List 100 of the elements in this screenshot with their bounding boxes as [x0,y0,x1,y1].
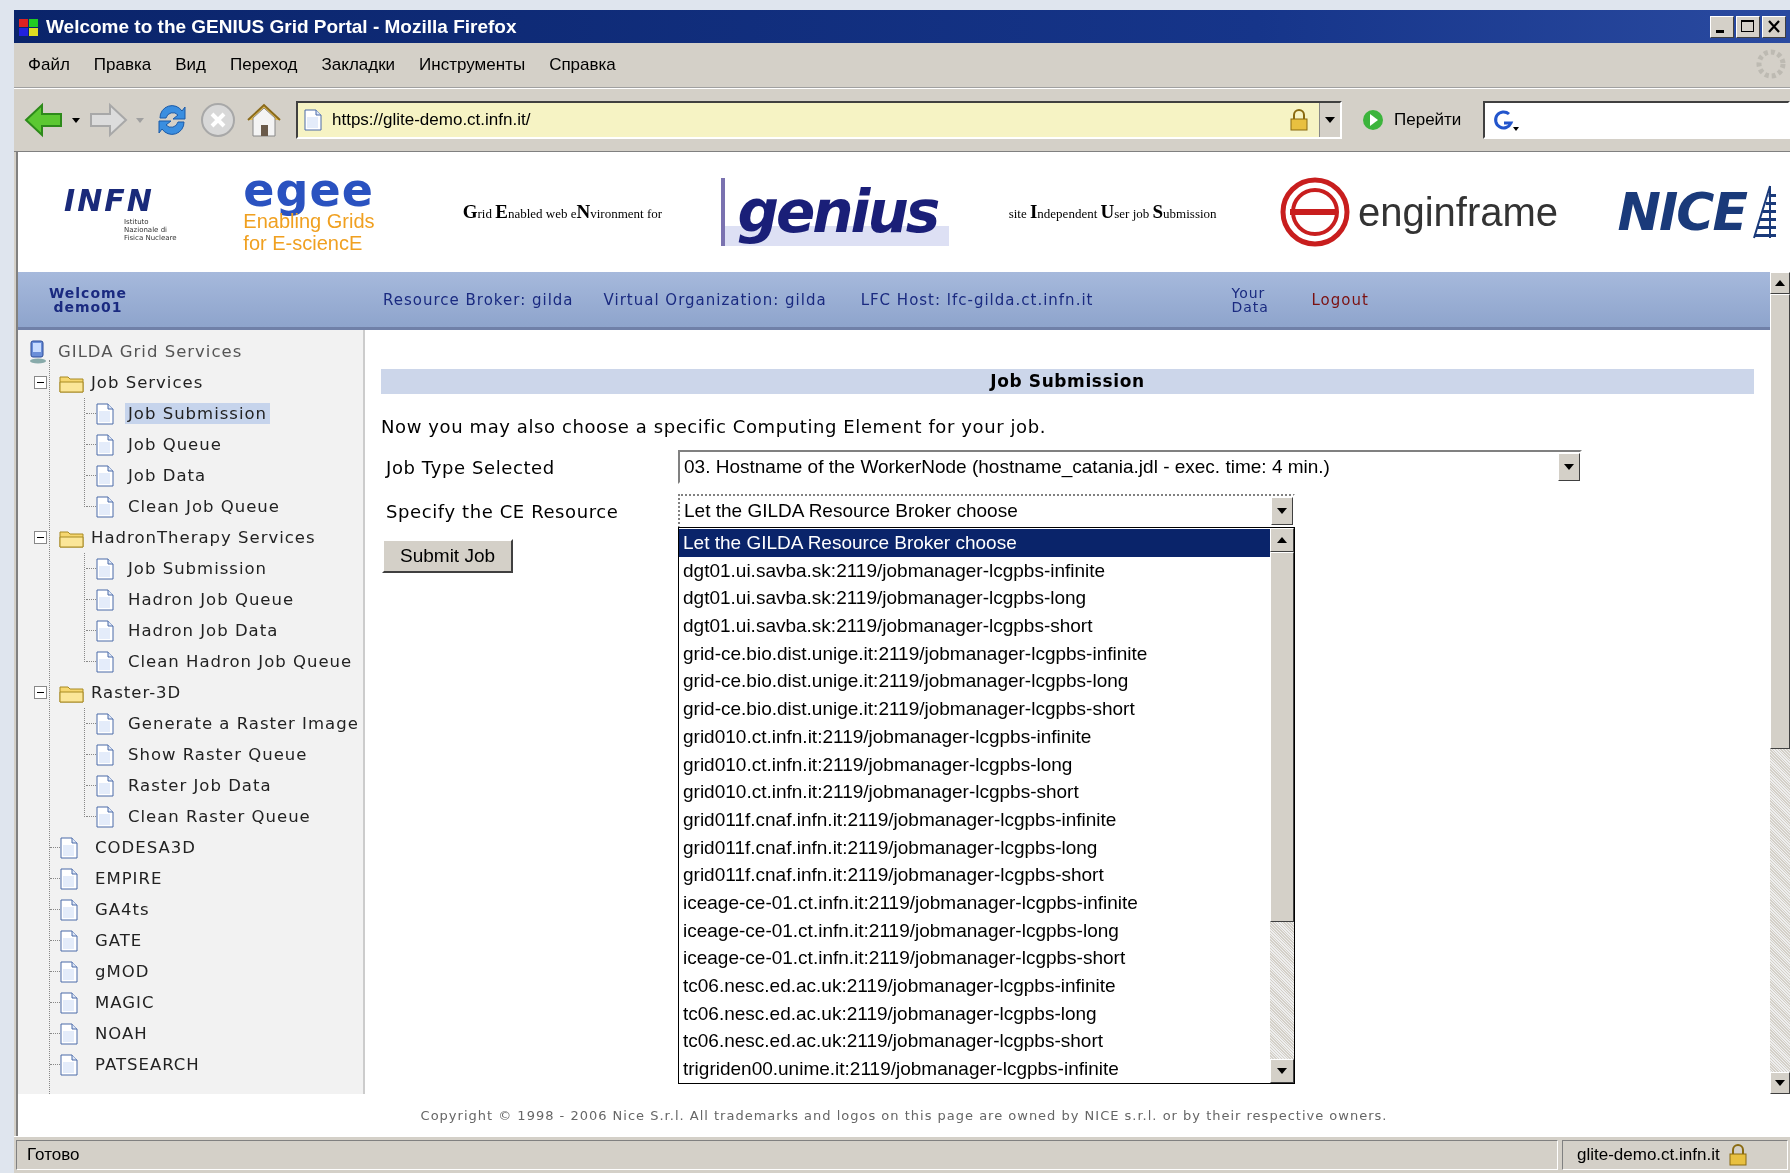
menu-item[interactable]: Инструменты [419,53,526,77]
scrollbar[interactable] [1770,272,1790,1094]
dropdown-option[interactable]: grid011f.cnaf.infn.it:2119/jobmanager-lcgpbs-short [679,861,1270,889]
dropdown-option[interactable]: iceage-ce-01.ct.infn.it:2119/jobmanager-lcgpbs-short [679,944,1270,972]
dropdown-option[interactable]: tc06.nesc.ed.ac.uk:2119/jobmanager-lcgpbs-infinite [679,972,1270,1000]
back-arrow-icon[interactable] [24,102,64,138]
field-label: Specify the CE Resource [385,500,620,522]
page-icon [60,960,78,983]
tree-folder[interactable]: HadronTherapy Services [91,528,316,547]
submit-button[interactable]: Submit Job [382,539,514,573]
tree-item[interactable]: Hadron Job Queue [125,589,298,610]
tree-item[interactable]: EMPIRE [92,868,166,889]
tree-item[interactable]: MAGIC [92,992,158,1013]
dropdown-option[interactable]: tc06.nesc.ed.ac.uk:2119/jobmanager-lcgpbs-long [679,999,1270,1028]
collapse-toggle[interactable] [34,531,47,544]
tree-item[interactable]: PATSEARCH [92,1054,203,1075]
dropdown-option[interactable]: grid-ce.bio.dist.unige.it:2119/jobmanager-lcgpbs-short [679,695,1270,723]
dropdown-option[interactable]: trigriden00.unime.it:2119/jobmanager-lcgpbs-infinite [679,1055,1270,1083]
tree-item[interactable]: Job Submission [125,403,271,424]
tree-item[interactable]: Job Submission [125,558,271,579]
tree-item[interactable]: Clean Job Queue [125,496,283,517]
dropdown-option[interactable]: grid-ce.bio.dist.unige.it:2119/jobmanager-lcgpbs-long [679,667,1270,696]
dropdown-option[interactable]: tc06.nesc.ed.ac.uk:2119/jobmanager-lcgpbs-short [679,1027,1270,1056]
dropdown-option[interactable]: dgt01.ui.savba.sk:2119/jobmanager-lcgpbs-short [679,612,1270,640]
tagline: site Independent User job Submission [1008,201,1217,223]
tree-item[interactable]: Raster Job Data [125,775,275,796]
tree-item[interactable]: Show Raster Queue [125,744,311,765]
maximize-icon[interactable] [1736,15,1760,38]
menu-item[interactable]: Справка [549,53,616,77]
search-engine-icon [1491,107,1522,133]
page-icon [96,495,114,518]
menu-item[interactable]: Переход [230,53,298,77]
page-icon [60,991,78,1014]
page-icon [96,712,114,735]
tree-item[interactable]: Job Queue [125,434,225,455]
dropdown-option[interactable]: grid010.ct.infn.it:2119/jobmanager-lcgpbs-long [679,750,1270,779]
stripes-icon [1750,184,1776,240]
intro-text: Now you may also choose a specific Computing Element for your job. [381,416,1048,437]
minimize-icon[interactable] [1710,15,1734,38]
caret-icon[interactable] [70,115,82,125]
page-icon [304,109,322,131]
dropdown-option[interactable]: iceage-ce-01.ct.infn.it:2119/jobmanager-lcgpbs-long [679,916,1270,945]
tree-item[interactable]: Hadron Job Data [125,620,282,641]
menu-item[interactable]: Вид [175,53,206,77]
page-icon [60,867,78,890]
menu-item[interactable]: Закладки [321,53,396,77]
dropdown-arrow-icon[interactable] [1563,463,1575,471]
collapse-toggle[interactable] [34,686,47,699]
dropdown-option[interactable]: grid010.ct.infn.it:2119/jobmanager-lcgpbs-infinite [679,722,1270,751]
scrollbar[interactable] [1270,528,1294,1083]
menu-item[interactable]: Файл [28,53,70,77]
dropdown-option[interactable]: grid010.ct.infn.it:2119/jobmanager-lcgpbs-short [679,778,1270,806]
your-data-link[interactable]: Your Data [1231,285,1272,314]
tree-item[interactable]: NOAH [92,1023,151,1044]
dropdown-option[interactable]: grid-ce.bio.dist.unige.it:2119/jobmanager-lcgpbs-infinite [679,639,1270,668]
dropdown-option[interactable]: Let the GILDA Resource Broker choose [679,529,1270,557]
vo-info: Virtual Organization: gilda [603,290,827,309]
lfc-info: LFC Host: lfc-gilda.ct.infn.it [860,290,1094,309]
tree-item[interactable]: GA4ts [92,899,153,920]
collapse-toggle[interactable] [34,376,47,389]
tree-item[interactable]: gMOD [92,961,153,982]
dropdown-option[interactable]: grid011f.cnaf.infn.it:2119/jobmanager-lcgpbs-infinite [679,805,1270,834]
go-button[interactable]: Перейти [1358,105,1466,135]
tree-item[interactable]: Clean Raster Queue [125,806,314,827]
job-type-select[interactable]: 03. Hostname of the WorkerNode (hostname_catania.jdl - exec. time: 4 min.) [678,450,1582,484]
dropdown-arrow-icon[interactable] [1276,507,1288,515]
close-icon[interactable] [1762,15,1786,38]
down-arrow-icon[interactable] [1276,1067,1288,1075]
page-icon [96,650,114,673]
page-icon [96,743,114,766]
window-title: Welcome to the GENIUS Grid Portal - Mozilla Firefox [46,15,518,38]
up-arrow-icon[interactable] [1276,536,1288,544]
caret-icon [134,115,146,125]
dropdown-option[interactable]: dgt01.ui.savba.sk:2119/jobmanager-lcgpbs-long [679,584,1270,613]
dropdown-option[interactable]: iceage-ce-01.ct.infn.it:2119/jobmanager-lcgpbs-infinite [679,888,1270,917]
address-field[interactable]: https://glite-demo.ct.infn.it/ [296,101,1342,139]
dropdown-option[interactable]: dgt01.ui.savba.sk:2119/jobmanager-lcgpbs-infinite [679,556,1270,585]
page-icon [96,464,114,487]
dropdown-option[interactable]: grid011f.cnaf.infn.it:2119/jobmanager-lcgpbs-long [679,833,1270,862]
menu-item[interactable]: Правка [93,53,152,77]
page-icon [96,619,114,642]
enginframe-logo: enginframe [1357,189,1559,235]
broker-info: Resource Broker: gilda [383,290,574,309]
tree-folder[interactable]: Raster-3D [91,683,182,702]
tree-item[interactable]: Generate a Raster Image [125,713,362,734]
logout-link[interactable]: Logout [1311,290,1369,309]
forward-arrow-icon [88,102,128,138]
tree-item[interactable]: Job Data [125,465,210,486]
page-icon [96,774,114,797]
dropdown-arrow-icon[interactable] [1324,116,1336,124]
up-arrow-icon[interactable] [1774,279,1786,287]
tree-item[interactable]: CODESA3D [92,837,199,858]
tree-folder[interactable]: Job Services [91,373,204,392]
genius-logo: genius [721,178,950,246]
lock-icon [1727,1144,1748,1166]
tree-item[interactable]: GATE [92,930,146,951]
search-field[interactable] [1483,101,1790,139]
down-arrow-icon[interactable] [1774,1079,1786,1087]
section-heading: Job Submission [381,369,1754,394]
tree-item[interactable]: Clean Hadron Job Queue [125,651,356,672]
